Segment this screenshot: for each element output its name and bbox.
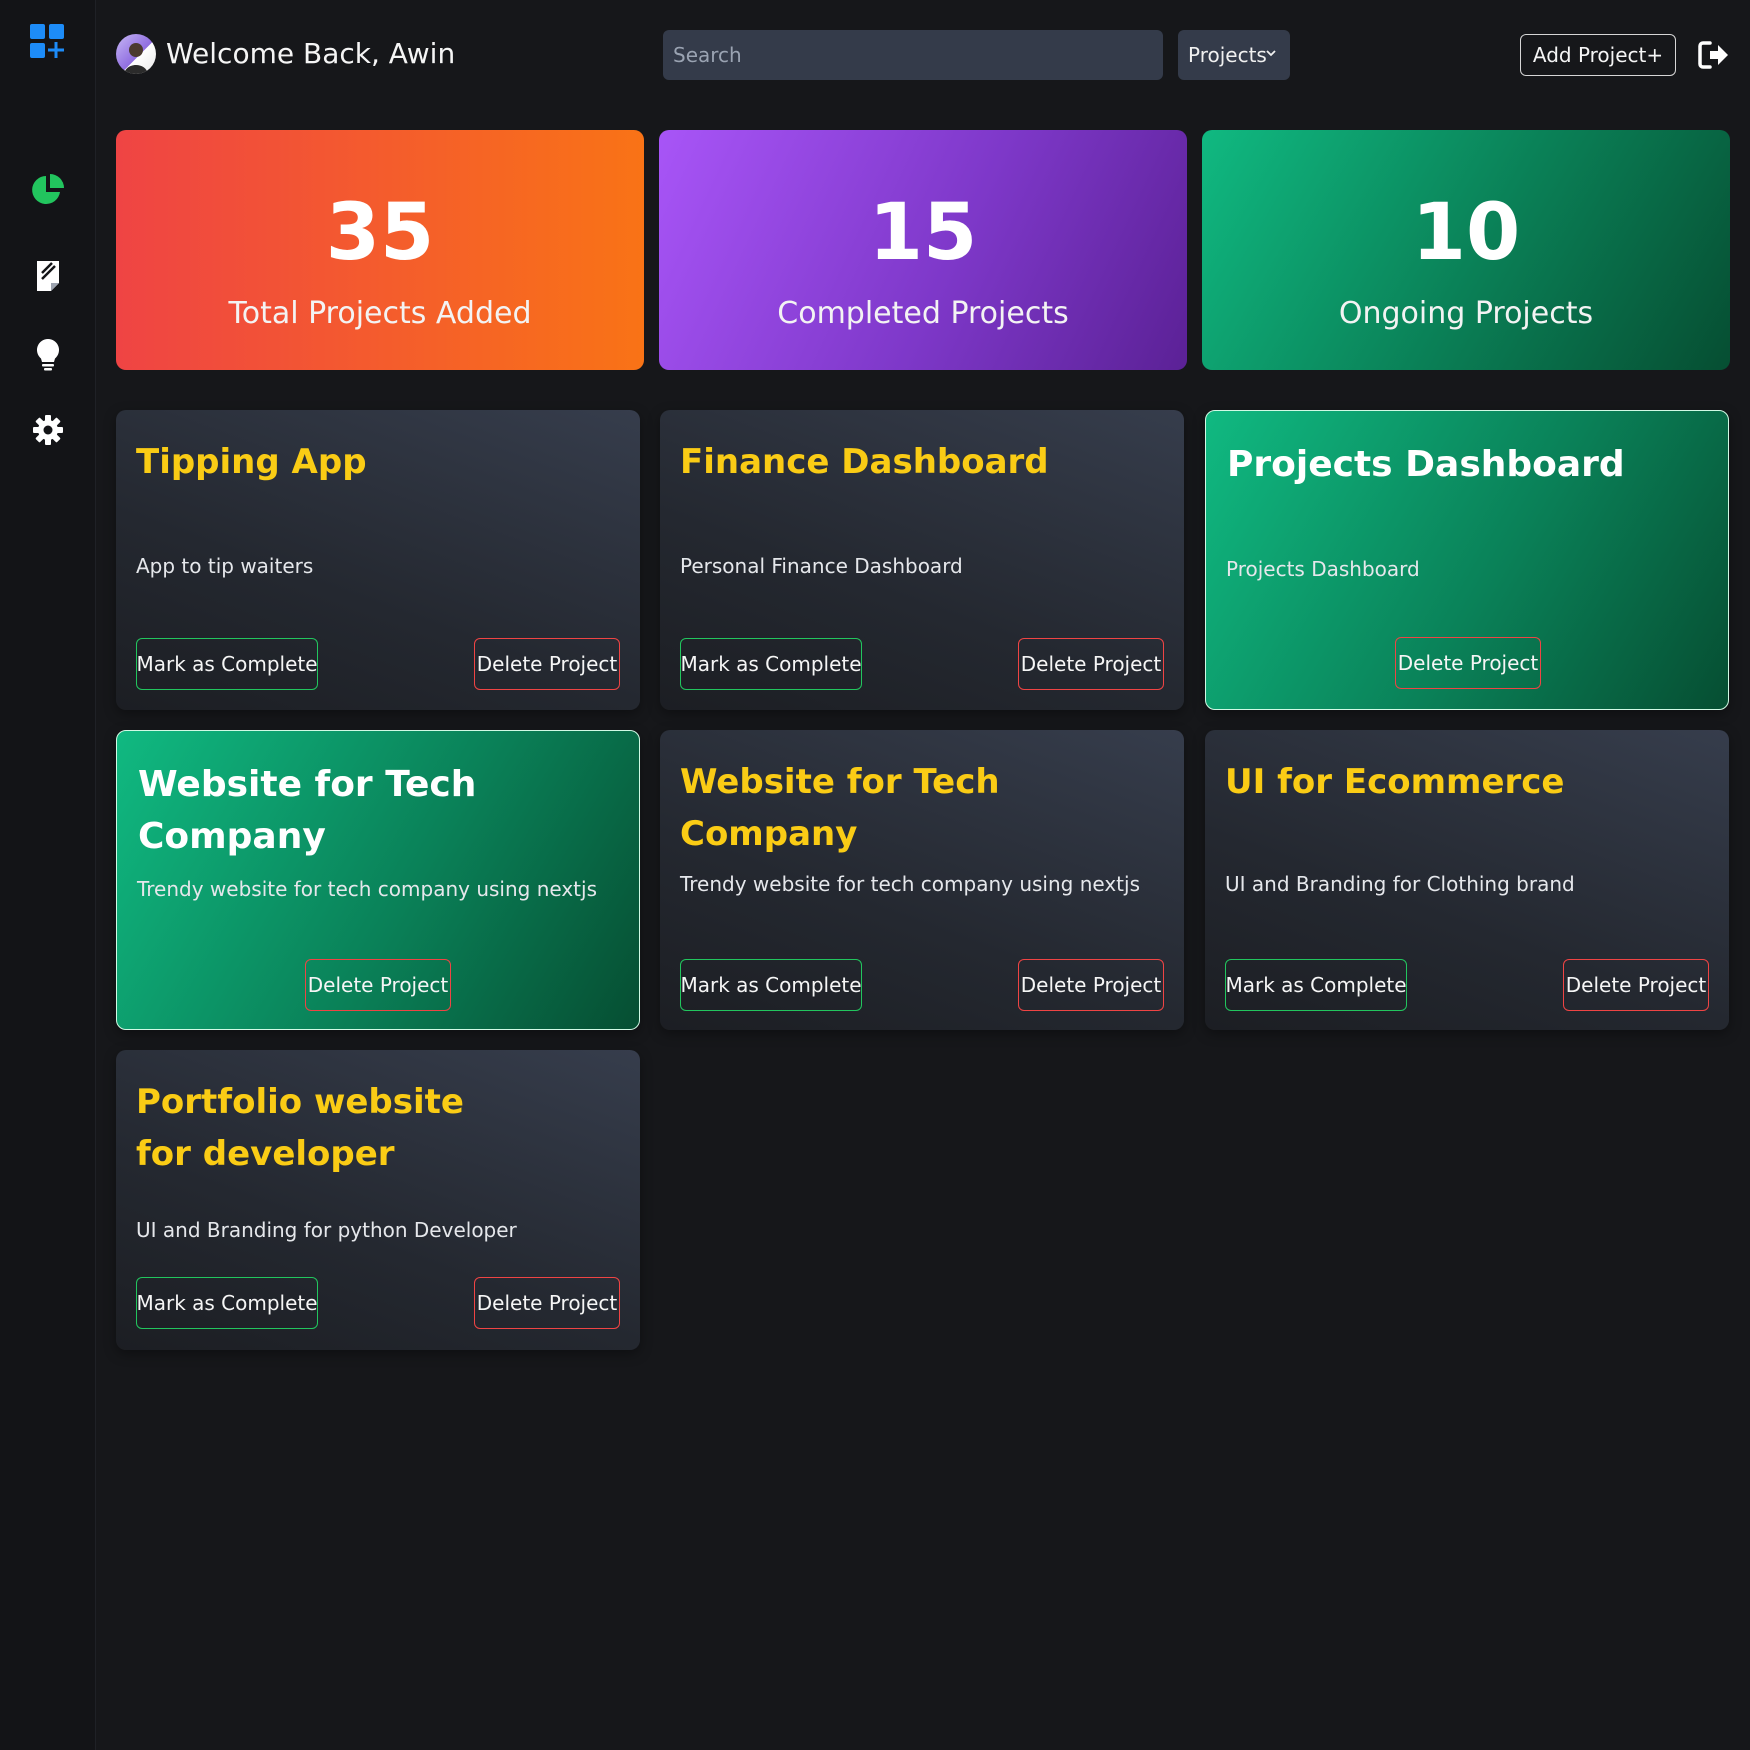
search-input[interactable] [663,30,1163,80]
stat-value: 15 [868,188,978,278]
mark-complete-button[interactable]: Mark as Complete [136,1277,318,1329]
logout-icon[interactable] [1698,40,1730,74]
project-description: Personal Finance Dashboard [680,554,963,578]
lightbulb-icon[interactable] [28,334,68,374]
gear-icon[interactable] [28,410,68,450]
project-title: Portfolio website for developer [136,1082,464,1174]
project-description: Projects Dashboard [1226,557,1420,581]
stat-value: 10 [1411,188,1521,278]
project-card: Portfolio website for developer UI and B… [116,1050,640,1350]
project-card: Finance Dashboard Personal Finance Dashb… [660,410,1184,710]
pie-chart-icon[interactable] [28,170,68,210]
delete-project-button[interactable]: Delete Project [1395,637,1541,689]
mark-complete-button[interactable]: Mark as Complete [136,638,318,690]
delete-project-button[interactable]: Delete Project [1018,959,1164,1011]
delete-project-button[interactable]: Delete Project [1563,959,1709,1011]
project-title: Website for Tech Company [680,762,1000,854]
project-card-completed: Projects Dashboard Projects Dashboard De… [1205,410,1729,710]
stat-card-completed: 15 Completed Projects [659,130,1187,370]
project-description: UI and Branding for python Developer [136,1218,517,1242]
delete-project-button[interactable]: Delete Project [1018,638,1164,690]
project-title: Tipping App [136,442,367,482]
sidebar [0,0,96,1750]
add-project-button[interactable]: Add Project+ [1520,34,1676,76]
notepad-icon[interactable] [28,256,68,296]
project-filter-select[interactable]: Projects [1178,30,1290,80]
project-description: App to tip waiters [136,554,314,578]
project-title: UI for Ecommerce [1225,762,1565,802]
project-card: Tipping App App to tip waiters Mark as C… [116,410,640,710]
project-card: UI for Ecommerce UI and Branding for Clo… [1205,730,1729,1030]
project-description: Trendy website for tech company using ne… [680,872,1140,896]
mark-complete-button[interactable]: Mark as Complete [1225,959,1407,1011]
project-description: Trendy website for tech company using ne… [137,877,597,901]
stat-value: 35 [325,188,435,278]
stat-card-total: 35 Total Projects Added [116,130,644,370]
avatar[interactable] [116,34,156,74]
project-filter-value: Projects [1188,43,1267,67]
delete-project-button[interactable]: Delete Project [474,1277,620,1329]
project-card-completed: Website for Tech Company Trendy website … [116,730,640,1030]
stat-label: Ongoing Projects [1338,296,1594,331]
mark-complete-button[interactable]: Mark as Complete [680,638,862,690]
mark-complete-button[interactable]: Mark as Complete [680,959,862,1011]
stat-label: Completed Projects [777,296,1069,331]
project-title: Website for Tech Company [138,764,477,857]
project-description: UI and Branding for Clothing brand [1225,872,1575,896]
welcome-heading: Welcome Back, Awin [166,37,456,70]
project-card: Website for Tech Company Trendy website … [660,730,1184,1030]
project-title: Finance Dashboard [680,442,1049,482]
stat-card-ongoing: 10 Ongoing Projects [1202,130,1730,370]
chevron-down-icon [1266,50,1276,57]
stat-label: Total Projects Added [228,296,532,331]
delete-project-button[interactable]: Delete Project [305,959,451,1011]
project-title: Projects Dashboard [1227,444,1625,485]
delete-project-button[interactable]: Delete Project [474,638,620,690]
app-logo-icon[interactable] [28,22,68,62]
